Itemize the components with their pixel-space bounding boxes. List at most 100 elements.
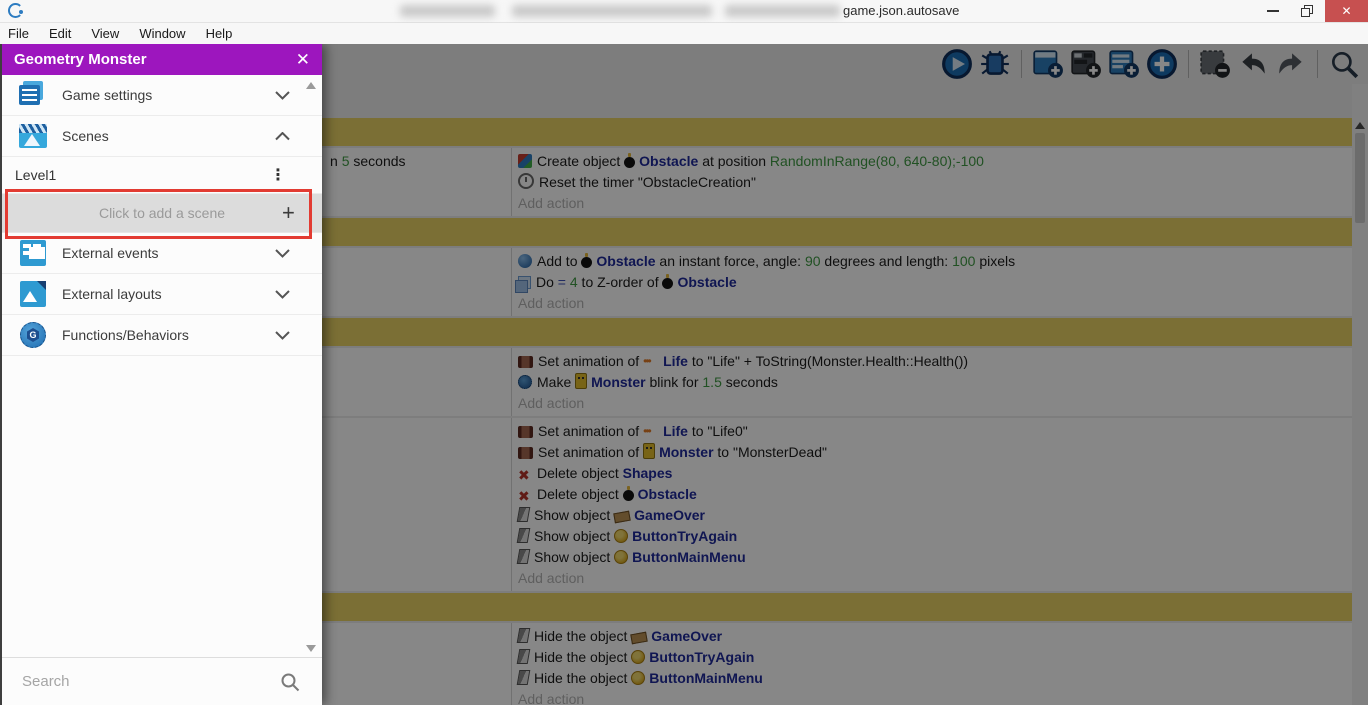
instruction-text: Delete object (537, 486, 623, 502)
actions-cell[interactable]: Add to Obstacle an instant force, angle:… (512, 248, 1352, 316)
scene-options-icon[interactable]: ⋮ (270, 165, 286, 185)
action-line[interactable]: Hide the object ButtonMainMenu (516, 668, 1352, 689)
timer-icon (518, 173, 534, 189)
actions-cell[interactable]: Create object Obstacle at position Rando… (512, 148, 1352, 216)
menu-window[interactable]: Window (129, 23, 195, 44)
action-line[interactable]: Set animation of Life to "Life" + ToStri… (518, 351, 1352, 372)
event-group-bar[interactable] (322, 318, 1352, 346)
zorder-icon (515, 276, 531, 293)
add-action-button[interactable]: Add action (518, 689, 1352, 705)
add-action-button[interactable]: Add action (518, 393, 1352, 414)
minimize-button[interactable] (1256, 0, 1290, 22)
gameover-icon (630, 631, 649, 645)
add-event-icon[interactable] (1146, 48, 1178, 80)
condition-line[interactable]: n 5 seconds (330, 151, 511, 172)
instruction-text: Do (536, 274, 558, 290)
action-line[interactable]: Show object ButtonMainMenu (516, 547, 1352, 568)
drawer-header: Geometry Monster ✕ (2, 44, 322, 75)
event-row: Set animation of Life to "Life0"Set anim… (322, 418, 1352, 591)
drawer-close-icon[interactable]: ✕ (296, 50, 310, 70)
object-name: ButtonTryAgain (649, 649, 755, 665)
object-name: Obstacle (639, 153, 699, 169)
search-events-icon[interactable] (1328, 48, 1360, 80)
game-settings-icon (18, 80, 48, 110)
actions-cell[interactable]: Hide the object GameOver Hide the object … (512, 623, 1352, 705)
preview-play-icon[interactable] (941, 48, 973, 80)
conditions-cell[interactable] (322, 623, 512, 705)
menu-edit[interactable]: Edit (39, 23, 81, 44)
actions-cell[interactable]: Set animation of Life to "Life0"Set anim… (512, 418, 1352, 591)
monster-icon (575, 373, 588, 389)
restore-button[interactable] (1290, 0, 1325, 22)
add-objects-group-icon[interactable] (1070, 48, 1102, 80)
scroll-up-icon[interactable] (306, 82, 316, 89)
menu-view[interactable]: View (81, 23, 129, 44)
add-action-button[interactable]: Add action (518, 293, 1352, 314)
external-layouts-icon (18, 279, 48, 309)
gdevelop-logo-icon (8, 3, 23, 18)
object-name: GameOver (651, 628, 723, 644)
sidebar-item-functions-behaviors[interactable]: G Functions/Behaviors (2, 315, 322, 356)
action-line[interactable]: Show object ButtonTryAgain (516, 526, 1352, 547)
conditions-cell[interactable]: n 5 seconds (322, 148, 512, 216)
restore-icon (1301, 4, 1313, 17)
menu-file[interactable]: File (0, 23, 39, 44)
object-name: Monster (591, 374, 646, 390)
scrollbar-thumb[interactable] (1355, 133, 1365, 223)
conditions-cell[interactable] (322, 348, 512, 416)
scroll-up-icon[interactable] (1355, 122, 1365, 129)
action-line[interactable]: Add to Obstacle an instant force, angle:… (518, 251, 1352, 272)
object-name: Obstacle (677, 274, 737, 290)
action-line[interactable]: Reset the timer "ObstacleCreation" (518, 172, 1352, 193)
menu-help[interactable]: Help (196, 23, 243, 44)
add-action-button[interactable]: Add action (518, 193, 1352, 214)
debug-icon[interactable] (979, 48, 1011, 80)
action-line[interactable]: Create object Obstacle at position Rando… (518, 151, 1352, 172)
menu-bar: File Edit View Window Help (0, 23, 1368, 44)
object-name: Shapes (622, 465, 673, 481)
undo-icon[interactable] (1237, 48, 1269, 80)
instruction-text: to "MonsterDead" (713, 444, 827, 460)
action-line[interactable]: Delete object Obstacle (518, 484, 1352, 505)
add-object-icon[interactable] (1032, 48, 1064, 80)
conditions-cell[interactable] (322, 248, 512, 316)
add-comment-icon[interactable] (1108, 48, 1140, 80)
action-line[interactable]: Set animation of Life to "Life0" (518, 421, 1352, 442)
sidebar-item-external-events[interactable]: External events (2, 233, 322, 274)
blurred-title-segment (725, 5, 840, 17)
event-row: Hide the object GameOver Hide the object … (322, 623, 1352, 705)
action-line[interactable]: Delete object Shapes (518, 463, 1352, 484)
vis-icon (516, 528, 531, 543)
action-line[interactable]: Set animation of Monster to "MonsterDead… (518, 442, 1352, 463)
event-group-bar[interactable] (322, 118, 1352, 146)
action-line[interactable]: Hide the object GameOver (516, 626, 1352, 647)
remove-event-icon[interactable] (1199, 48, 1231, 80)
event-group-bar[interactable] (322, 593, 1352, 621)
events-scrollbar[interactable] (1352, 84, 1368, 705)
event-group-bar[interactable] (322, 218, 1352, 246)
action-line[interactable]: Do = 4 to Z-order of Obstacle (515, 272, 1352, 293)
redo-icon[interactable] (1275, 48, 1307, 80)
object-name: ButtonTryAgain (632, 528, 738, 544)
scroll-down-icon[interactable] (306, 645, 316, 652)
search-input[interactable] (2, 672, 280, 691)
blurred-title-segment (512, 5, 712, 17)
close-button[interactable]: ✕ (1325, 0, 1368, 22)
instruction-text: 100 (952, 253, 976, 269)
action-line[interactable]: Hide the object ButtonTryAgain (516, 647, 1352, 668)
sidebar-item-game-settings[interactable]: Game settings (2, 75, 322, 116)
actions-cell[interactable]: Set animation of Life to "Life" + ToStri… (512, 348, 1352, 416)
object-name: ButtonMainMenu (632, 549, 746, 565)
action-line[interactable]: Make Monster blink for 1.5 seconds (518, 372, 1352, 393)
bomb-icon (581, 253, 593, 268)
instruction-text: 1.5 (702, 374, 722, 390)
project-title: Geometry Monster (14, 51, 147, 68)
instruction-text: Set animation of (538, 444, 644, 460)
sidebar-item-external-layouts[interactable]: External layouts (2, 274, 322, 315)
blurred-title-segment (400, 5, 495, 17)
project-manager-drawer: Geometry Monster ✕ Game settings Scenes … (0, 44, 322, 705)
sidebar-item-scenes[interactable]: Scenes (2, 116, 322, 157)
action-line[interactable]: Show object GameOver (516, 505, 1352, 526)
conditions-cell[interactable] (322, 418, 512, 591)
add-action-button[interactable]: Add action (518, 568, 1352, 589)
